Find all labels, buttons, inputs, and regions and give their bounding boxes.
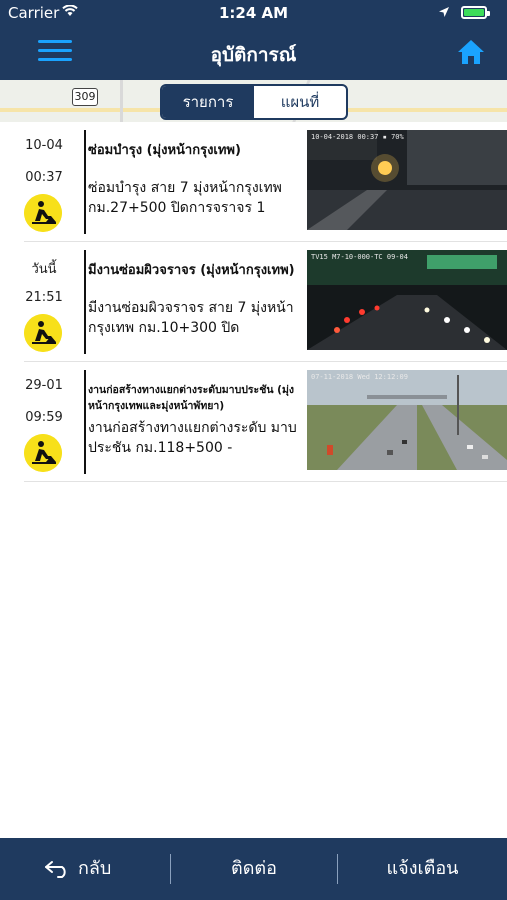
incident-title: มีงานซ่อมผิวจราจร (มุ่งหน้ากรุงเทพ) [88,263,295,278]
camera-timestamp: TV15 M7-10-000-TC 09-04 [311,253,408,261]
incident-date: 29-01 [25,378,63,393]
incident-description: ซ่อมบำรุง สาย 7 มุ่งหน้ากรุงเทพ กม.27+50… [88,180,282,216]
alert-button[interactable]: แจ้งเตือน [338,838,507,900]
road-work-icon [24,314,62,352]
tab-map[interactable]: แผนที่ [254,86,346,118]
top-bar: Carrier 1:24 AM อุบัติการณ์ [0,0,507,80]
incident-title: งานก่อสร้างทางแยกต่างระดับมาบประชัน (มุ่… [88,384,294,412]
camera-timestamp: 07-11-2018 Wed 12:12:09 [311,373,408,381]
incident-title: ซ่อมบำรุง (มุ่งหน้ากรุงเทพ) [88,143,241,158]
list-item[interactable]: 29-01 09:59 งานก่อสร้างทางแยกต่างระดับมา… [24,362,507,482]
home-icon[interactable] [456,38,486,66]
incident-time: 09:59 [25,410,63,425]
road-work-icon [24,434,62,472]
incident-time: 21:51 [25,290,63,305]
incident-date: 10-04 [25,138,63,153]
location-arrow-icon [439,7,449,17]
incident-description: มีงานซ่อมผิวจราจร สาย 7 มุ่งหน้ากรุงเทพ … [88,300,294,336]
tab-list[interactable]: รายการ [162,86,254,118]
list-item[interactable]: 10-04 00:37 ซ่อมบำรุง (มุ่งหน้ากรุงเทพ) … [24,122,507,242]
contact-button[interactable]: ติดต่อ [171,838,337,900]
incident-time: 00:37 [25,170,63,185]
clock-label: 1:24 AM [218,4,289,22]
back-button[interactable]: กลับ [78,838,138,900]
back-arrow-icon[interactable] [44,860,72,878]
page-title: อุบัติการณ์ [210,44,297,66]
view-switcher: รายการ แผนที่ [160,84,348,120]
route-shield: 309 [72,88,98,106]
road-work-icon [24,194,62,232]
battery-icon [461,6,490,19]
status-bar: Carrier 1:24 AM [0,0,507,26]
bottom-toolbar: กลับ ติดต่อ แจ้งเตือน [0,838,507,900]
incident-description: งานก่อสร้างทางแยกต่างระดับ มาบประชัน กม.… [88,420,297,456]
list-item[interactable]: วันนี้ 21:51 มีงานซ่อมผิวจราจร (มุ่งหน้า… [24,242,507,362]
incident-date: วันนี้ [31,262,57,277]
camera-timestamp: 10-04-2018 00:37 ▪ 70% [311,133,404,141]
